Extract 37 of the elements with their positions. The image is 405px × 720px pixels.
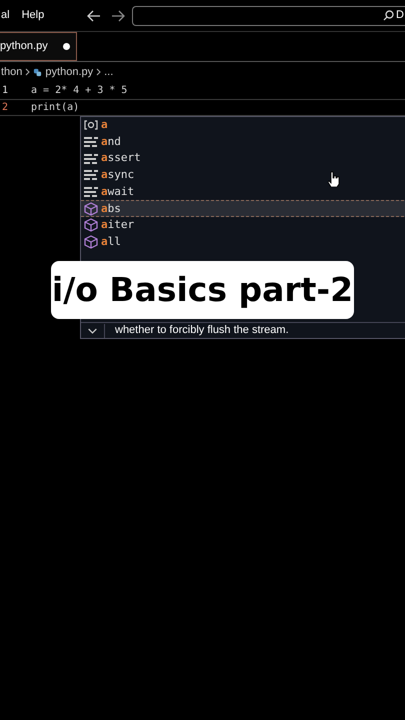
editor-tab[interactable]: python.py bbox=[0, 32, 77, 61]
suggestion-item[interactable]: async bbox=[81, 167, 405, 184]
breadcrumb-item[interactable]: thon bbox=[1, 64, 22, 80]
code-text: a = 2* 4 + 3 * 5 bbox=[31, 84, 128, 98]
line-number: 1 bbox=[1, 84, 10, 98]
suggestion-item[interactable]: and bbox=[81, 134, 405, 150]
search-icon bbox=[383, 10, 394, 21]
menu-item[interactable]: al bbox=[1, 7, 10, 24]
chevron-icon bbox=[96, 68, 102, 76]
tab-label: python.py bbox=[0, 39, 48, 54]
variable-icon bbox=[84, 120, 98, 130]
suggestion-item[interactable]: abs bbox=[81, 200, 405, 218]
keyword-icon bbox=[84, 137, 98, 148]
suggestion-item[interactable]: a bbox=[81, 117, 405, 134]
keyword-icon bbox=[84, 187, 98, 198]
breadcrumb-item[interactable]: ... bbox=[104, 64, 114, 80]
menu-item[interactable]: Help bbox=[22, 7, 44, 24]
keyword-icon bbox=[84, 154, 98, 164]
details-text: whether to forcibly flush the stream. bbox=[115, 323, 289, 338]
breadcrumb-item[interactable]: python.py bbox=[45, 64, 94, 80]
chevron-icon bbox=[25, 68, 30, 76]
suggestion-item[interactable]: assert bbox=[81, 150, 405, 168]
cube-icon bbox=[84, 218, 98, 232]
back-arrow-icon[interactable] bbox=[87, 10, 102, 22]
hand-cursor-icon bbox=[328, 171, 340, 187]
keyword-icon bbox=[84, 170, 98, 180]
line-number: 2 bbox=[1, 101, 10, 115]
python-file-icon bbox=[33, 68, 42, 76]
suggestion-item[interactable]: aiter bbox=[81, 217, 405, 234]
cube-icon bbox=[84, 202, 98, 216]
caption-text: i/o Basics part-2 bbox=[52, 269, 354, 312]
search-field[interactable]: D bbox=[132, 6, 405, 26]
code-text: print(a) bbox=[31, 101, 80, 115]
cube-icon bbox=[84, 235, 98, 250]
forward-arrow-icon[interactable] bbox=[111, 10, 126, 22]
suggestion-item[interactable]: all bbox=[81, 234, 405, 250]
suggestion-item[interactable]: await bbox=[81, 184, 405, 200]
